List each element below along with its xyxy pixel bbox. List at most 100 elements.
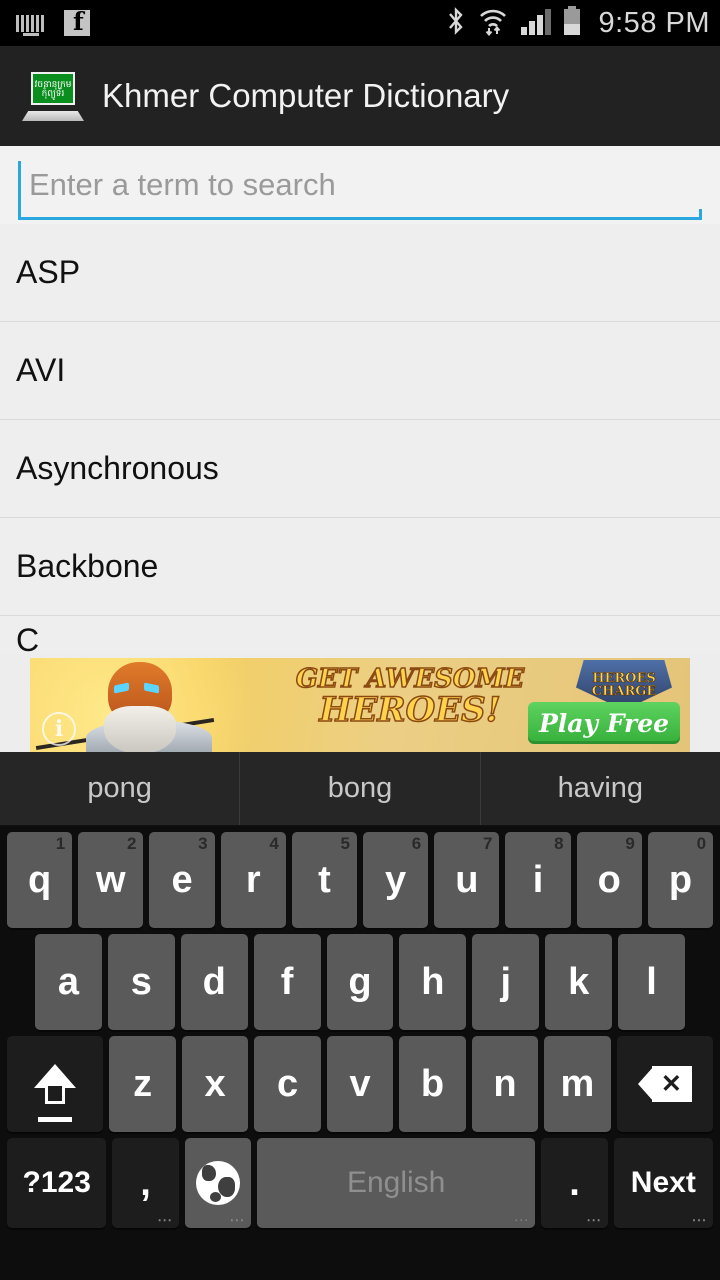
long-press-dots: ․․․ — [157, 1210, 173, 1224]
list-item-label: C — [16, 622, 40, 654]
key-t-number: 5 — [340, 834, 351, 853]
next-key-label: Next — [630, 1166, 696, 1199]
suggestion-strip: pong bong having — [0, 752, 720, 826]
suggestion-item[interactable]: having — [479, 752, 720, 825]
key-y[interactable]: 6y — [363, 832, 429, 928]
key-g[interactable]: g — [326, 934, 394, 1030]
key-p[interactable]: 0p — [647, 832, 714, 928]
comma-key-label: , — [140, 1161, 151, 1204]
key-j[interactable]: j — [472, 934, 540, 1030]
key-w-label: w — [96, 858, 126, 901]
ad-banner[interactable]: GET AWESOME HEROES! HEROES CHARGE Play F… — [30, 658, 690, 752]
status-bar-notifications — [16, 7, 90, 36]
key-z[interactable]: z — [109, 1036, 176, 1132]
key-w[interactable]: 2w — [78, 832, 144, 928]
key-i[interactable]: 8i — [505, 832, 571, 928]
key-x[interactable]: x — [181, 1036, 249, 1132]
suggestion-item[interactable]: pong — [0, 752, 239, 825]
key-e-number: 3 — [198, 834, 208, 853]
period-key-label: . — [569, 1161, 580, 1204]
list-item-label: AVI — [16, 352, 66, 388]
long-press-dots: ․․․ — [691, 1210, 708, 1224]
key-u-number: 7 — [482, 834, 493, 853]
symbols-key[interactable]: ?123 — [7, 1138, 107, 1228]
key-e[interactable]: 3e — [149, 832, 215, 928]
list-item-label: ASP — [16, 254, 81, 290]
space-key-label: English — [346, 1166, 446, 1199]
key-q[interactable]: 1q — [7, 832, 73, 928]
keyboard-icon — [16, 14, 46, 36]
row2-right-spacer — [688, 934, 716, 1030]
wifi-icon — [478, 6, 508, 41]
key-y-label: y — [385, 858, 407, 901]
shift-caps-indicator — [38, 1117, 73, 1122]
phone-screen: 9:58 PM វចនានុក្រម កុំព្យូទ័រ Khmer Comp… — [0, 0, 720, 1280]
period-key[interactable]: . ․․․ — [541, 1138, 608, 1228]
backspace-key[interactable]: ✕ — [616, 1036, 714, 1132]
language-switch-key[interactable]: ․․․ — [184, 1138, 251, 1228]
facebook-icon — [64, 7, 90, 36]
key-h[interactable]: h — [399, 934, 467, 1030]
app-title-bar: វចនានុក្រម កុំព្យូទ័រ Khmer Computer Dic… — [0, 46, 720, 146]
key-n[interactable]: n — [471, 1036, 539, 1132]
shift-icon — [34, 1062, 92, 1106]
ad-brand-line2: CHARGE — [591, 684, 657, 699]
status-bar: 9:58 PM — [0, 0, 720, 46]
key-e-label: e — [171, 858, 193, 901]
key-i-number: 8 — [554, 834, 564, 853]
key-o-number: 9 — [625, 834, 635, 853]
search-underline — [18, 209, 702, 220]
comma-key[interactable]: , ․․․ — [112, 1138, 179, 1228]
key-r[interactable]: 4r — [220, 832, 286, 928]
ad-hero-art — [35, 660, 215, 752]
key-u[interactable]: 7u — [434, 832, 500, 928]
page-title: Khmer Computer Dictionary — [102, 77, 510, 114]
search-input[interactable]: Enter a term to search — [18, 146, 702, 224]
list-item[interactable]: Asynchronous — [0, 420, 720, 518]
key-o[interactable]: 9o — [576, 832, 642, 928]
key-b[interactable]: b — [399, 1036, 466, 1132]
search-field-container[interactable]: Enter a term to search — [0, 146, 720, 224]
key-p-number: 0 — [696, 834, 707, 853]
text-cursor — [18, 161, 21, 209]
list-item[interactable]: AVI — [0, 322, 720, 420]
key-s[interactable]: s — [107, 934, 175, 1030]
key-f[interactable]: f — [253, 934, 321, 1030]
list-item[interactable]: C — [0, 616, 720, 654]
key-t[interactable]: 5t — [291, 832, 358, 928]
status-bar-system: 9:58 PM — [445, 5, 711, 41]
key-v[interactable]: v — [326, 1036, 394, 1132]
shift-key[interactable] — [7, 1036, 104, 1132]
ad-headline: GET AWESOME HEROES! — [275, 665, 545, 731]
signal-icon — [519, 7, 551, 40]
battery-icon — [562, 5, 582, 41]
key-u-label: u — [455, 858, 479, 901]
key-a[interactable]: a — [35, 934, 102, 1030]
ad-info-icon[interactable]: i — [42, 712, 76, 746]
key-w-number: 2 — [126, 834, 137, 853]
key-r-number: 4 — [269, 834, 279, 853]
list-item[interactable]: ASP — [0, 224, 720, 322]
next-key[interactable]: Next ․․․ — [613, 1138, 714, 1228]
app-logo-icon: វចនានុក្រម កុំព្យូទ័រ — [22, 71, 84, 121]
list-item-label: Asynchronous — [16, 450, 219, 486]
soft-keyboard: pong bong having 1q 2w 3e 4r 5t 6y 7u 8i… — [0, 752, 720, 1280]
status-bar-clock: 9:58 PM — [598, 6, 710, 39]
ad-headline-line2: HEROES! — [319, 690, 502, 731]
list-item[interactable]: Backbone — [0, 518, 720, 616]
dictionary-term-list[interactable]: ASP AVI Asynchronous Backbone C — [0, 224, 720, 654]
key-q-number: 1 — [55, 834, 66, 853]
ad-play-free-button[interactable]: Play Free — [528, 702, 680, 744]
keyboard-row-1: 1q 2w 3e 4r 5t 6y 7u 8i 9o 0p — [0, 826, 720, 928]
key-c[interactable]: c — [254, 1036, 321, 1132]
keyboard-row-3: z x c v b n m ✕ — [0, 1030, 720, 1132]
key-k[interactable]: k — [545, 934, 613, 1030]
row2-left-spacer — [4, 934, 32, 1030]
suggestion-item[interactable]: bong — [239, 752, 479, 825]
key-l[interactable]: l — [618, 934, 686, 1030]
keyboard-row-4: ?123 , ․․․ ․․․ English ․․․ . ․․․ Next ․․… — [0, 1132, 720, 1238]
key-d[interactable]: d — [180, 934, 248, 1030]
key-m[interactable]: m — [544, 1036, 611, 1132]
key-p-label: p — [668, 858, 693, 901]
space-key[interactable]: English ․․․ — [256, 1138, 536, 1228]
